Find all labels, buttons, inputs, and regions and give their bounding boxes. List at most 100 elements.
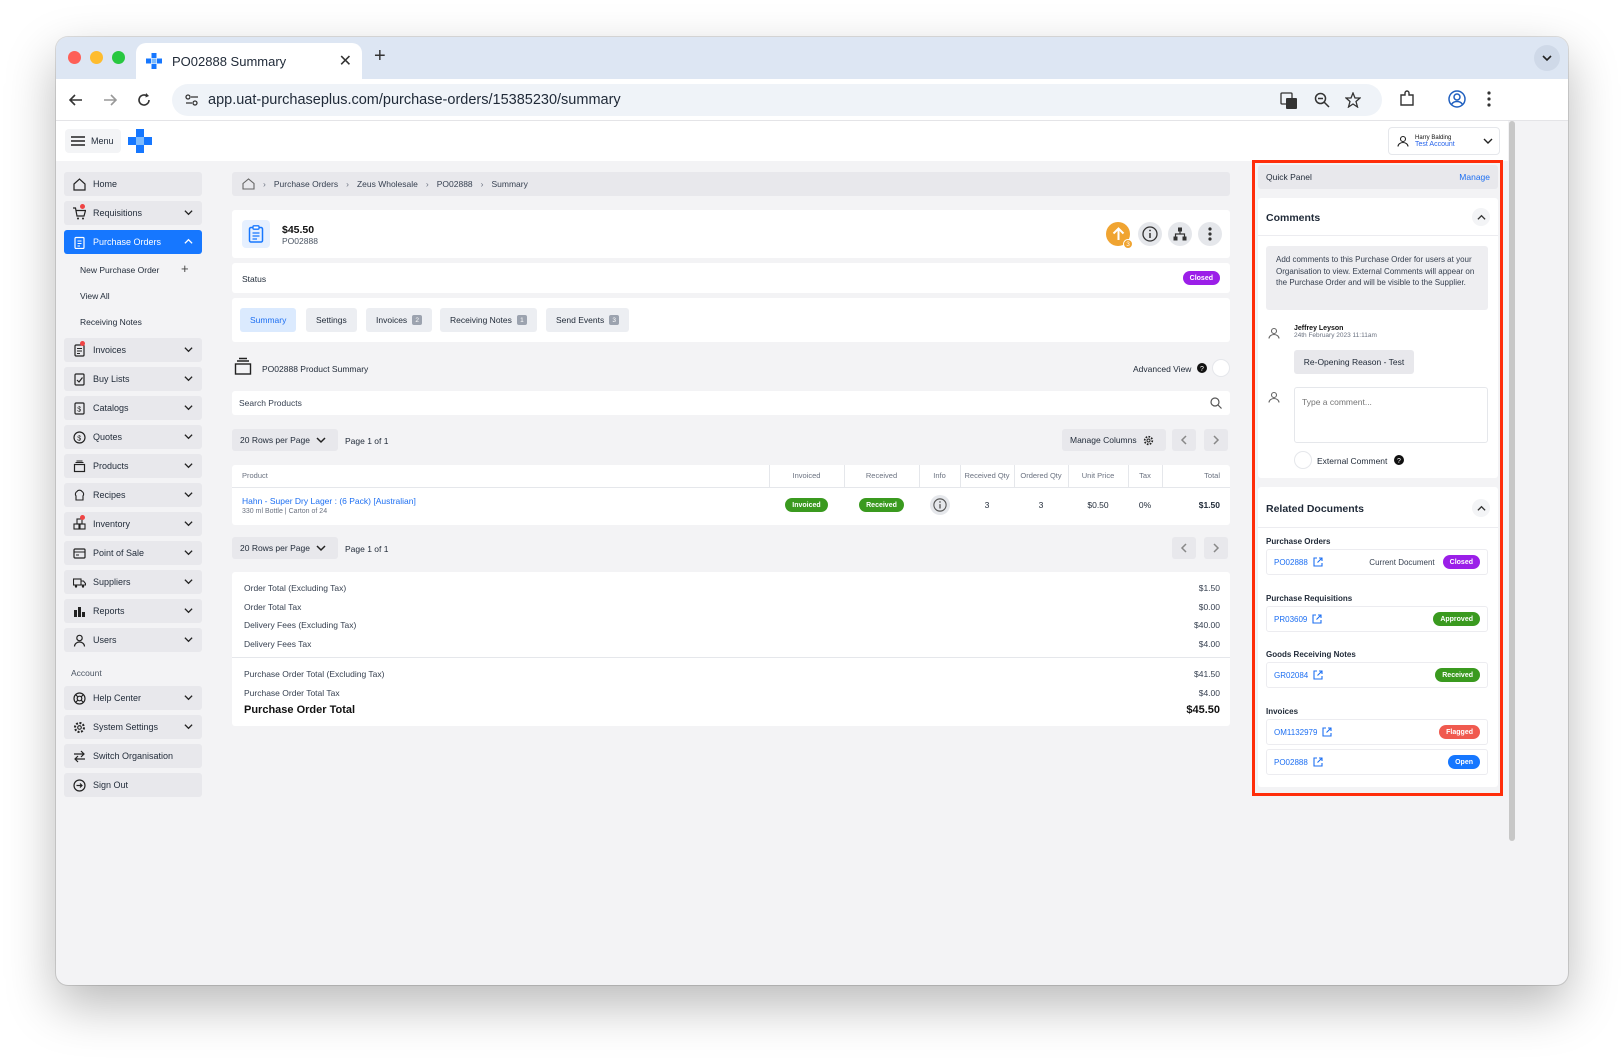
sidebar-item-buy-lists[interactable]: Buy Lists — [64, 367, 202, 391]
close-window-button[interactable] — [68, 51, 81, 64]
sidebar-item-products[interactable]: Products — [64, 454, 202, 478]
maximize-window-button[interactable] — [112, 51, 125, 64]
sidebar-subitem-receiving-notes[interactable]: Receiving Notes — [80, 317, 142, 327]
sidebar-item-purchase-orders[interactable]: Purchase Orders — [64, 230, 202, 254]
sidebar-item-recipes[interactable]: Recipes — [64, 483, 202, 507]
doc-link[interactable]: PO02888 — [1274, 757, 1323, 767]
doc-link[interactable]: OM1132979 — [1274, 727, 1332, 737]
hierarchy-button[interactable] — [1168, 222, 1192, 246]
prev-page-button[interactable] — [1172, 429, 1196, 451]
collapse-related-button[interactable] — [1472, 499, 1490, 517]
sidebar-subitem-new-purchase-order[interactable]: New Purchase Order — [80, 265, 159, 275]
next-page-button[interactable] — [1204, 537, 1228, 559]
tab-search-button[interactable] — [1534, 45, 1560, 71]
more-options-button[interactable] — [1198, 222, 1222, 246]
sidebar-subitem-view-all[interactable]: View All — [80, 291, 110, 301]
back-icon[interactable] — [66, 90, 86, 110]
next-page-button[interactable] — [1204, 429, 1228, 451]
doc-link[interactable]: PO02888 — [1274, 557, 1323, 567]
help-icon[interactable]: ? — [1197, 363, 1207, 373]
sidebar-item-point-of-sale[interactable]: Point of Sale — [64, 541, 202, 565]
tab-settings[interactable]: Settings — [306, 308, 357, 332]
site-settings-icon[interactable] — [184, 92, 200, 108]
profile-icon[interactable] — [1448, 90, 1466, 108]
tab-summary[interactable]: Summary — [240, 308, 297, 332]
product-summary-title: PO02888 Product Summary — [262, 364, 369, 374]
sidebar-item-reports[interactable]: Reports — [64, 599, 202, 623]
sidebar-item-users[interactable]: Users — [64, 628, 202, 652]
extensions-icon[interactable] — [1398, 90, 1416, 108]
user-icon — [1268, 391, 1280, 403]
collapse-comments-button[interactable] — [1472, 208, 1490, 226]
total-row: Purchase Order Total Tax $4.00 — [244, 688, 1220, 698]
manage-columns-button[interactable]: Manage Columns — [1062, 429, 1166, 451]
dollar-icon: $ — [72, 430, 86, 444]
menu-button[interactable]: Menu — [65, 129, 121, 153]
sidebar-item-label: Products — [93, 461, 129, 471]
product-name-link[interactable]: Hahn - Super Dry Lager : (6 Pack) [Austr… — [242, 496, 769, 506]
column-header: Total — [1162, 465, 1230, 488]
new-tab-icon[interactable]: + — [374, 45, 386, 68]
browser-menu-icon[interactable] — [1486, 90, 1492, 108]
address-bar[interactable]: app.uat-purchaseplus.com/purchase-orders… — [172, 84, 1382, 116]
breadcrumb-po[interactable]: PO02888 — [437, 179, 473, 189]
rows-per-page-select[interactable]: 20 Rows per Page — [232, 537, 338, 559]
search-products-field[interactable]: Search Products — [232, 391, 1230, 415]
minimize-window-button[interactable] — [90, 51, 103, 64]
related-documents-title: Related Documents — [1266, 503, 1365, 515]
sidebar-item-sign-out[interactable]: Sign Out — [64, 773, 202, 797]
advanced-view-toggle[interactable] — [1212, 359, 1230, 377]
user-menu[interactable]: Harry Balding Test Account — [1388, 127, 1500, 155]
sidebar-item-help-center[interactable]: Help Center — [64, 686, 202, 710]
breadcrumb-supplier[interactable]: Zeus Wholesale — [357, 179, 418, 189]
chevron-down-icon — [184, 405, 193, 411]
status-card: Status Closed — [232, 263, 1230, 293]
tab-send-events[interactable]: Send Events 3 — [546, 308, 630, 332]
sidebar-item-system-settings[interactable]: System Settings — [64, 715, 202, 739]
sidebar-item-quotes[interactable]: $ Quotes — [64, 425, 202, 449]
sidebar-item-catalogs[interactable]: $ Catalogs — [64, 396, 202, 420]
sidebar-item-inventory[interactable]: Inventory — [64, 512, 202, 536]
status-badge: Received — [1435, 668, 1480, 682]
forward-icon[interactable] — [100, 90, 120, 110]
sidebar-item-invoices[interactable]: Invoices — [64, 338, 202, 362]
chevron-down-icon — [184, 579, 193, 585]
comments-title: Comments — [1266, 212, 1321, 224]
browser-tab[interactable]: PO02888 Summary ✕ — [136, 43, 362, 79]
close-tab-icon[interactable]: ✕ — [339, 51, 352, 71]
info-button[interactable] — [1138, 222, 1162, 246]
home-icon[interactable] — [242, 178, 255, 190]
translate-icon[interactable] — [1280, 92, 1298, 110]
sidebar-item-label: Invoices — [93, 345, 127, 355]
chevron-down-icon — [1542, 55, 1552, 62]
sidebar-item-home[interactable]: Home — [64, 172, 202, 196]
purchaseplus-logo[interactable] — [128, 129, 152, 153]
zoom-icon[interactable] — [1314, 92, 1330, 108]
add-icon[interactable]: + — [181, 261, 189, 276]
prev-page-button[interactable] — [1172, 537, 1196, 559]
external-comment-toggle[interactable] — [1294, 451, 1312, 469]
sidebar-item-suppliers[interactable]: Suppliers — [64, 570, 202, 594]
chevron-left-icon — [1180, 543, 1187, 553]
help-icon[interactable]: ? — [1394, 455, 1404, 465]
comment-input[interactable] — [1294, 387, 1488, 443]
info-button[interactable] — [929, 495, 950, 516]
doc-link[interactable]: GR02084 — [1274, 670, 1323, 680]
send-po-button[interactable]: 3 — [1106, 222, 1133, 249]
bookmark-star-icon[interactable] — [1345, 92, 1361, 108]
doc-link[interactable]: PR03609 — [1274, 614, 1322, 624]
chevron-down-icon — [184, 463, 193, 469]
search-icon[interactable] — [1210, 397, 1222, 409]
rows-per-page-select[interactable]: 20 Rows per Page — [232, 429, 338, 451]
search-input[interactable]: Search Products — [239, 398, 302, 408]
sidebar-item-requisitions[interactable]: Requisitions — [64, 201, 202, 225]
manage-link[interactable]: Manage — [1459, 172, 1490, 182]
quick-panel-header: Quick Panel Manage — [1258, 165, 1498, 189]
chevron-down-icon — [184, 724, 193, 730]
tab-invoices[interactable]: Invoices 2 — [366, 308, 433, 332]
sidebar-item-switch-organisation[interactable]: Switch Organisation — [64, 744, 202, 768]
breadcrumb-purchase-orders[interactable]: Purchase Orders — [274, 179, 338, 189]
page-scrollbar[interactable] — [1508, 121, 1516, 985]
tab-receiving-notes[interactable]: Receiving Notes 1 — [440, 308, 537, 332]
reload-icon[interactable] — [134, 90, 154, 110]
